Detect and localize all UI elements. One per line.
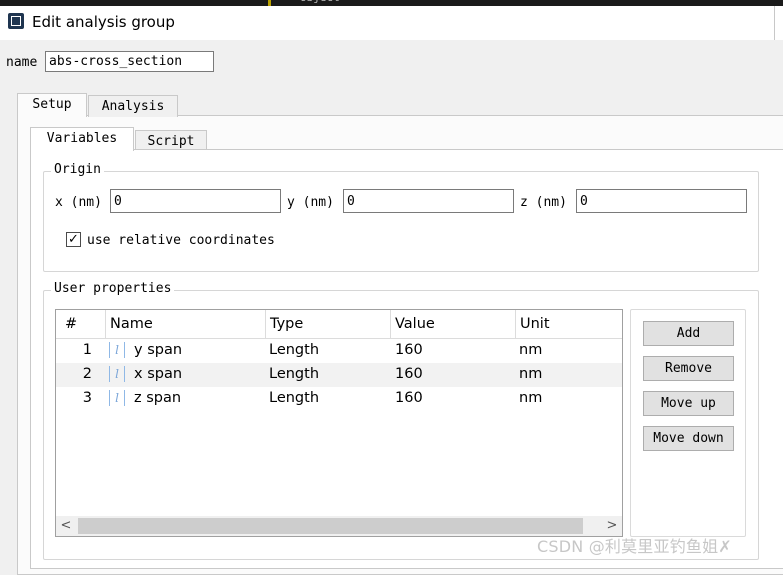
tab-variables[interactable]: Variables — [30, 127, 134, 151]
z-input[interactable] — [576, 189, 747, 213]
column-header-value[interactable]: Value — [391, 310, 516, 339]
column-header-name[interactable]: Name — [106, 310, 266, 339]
row-name[interactable]: y span — [134, 342, 182, 358]
background-window-text: object — [300, 0, 340, 4]
x-input[interactable] — [110, 189, 281, 213]
sort-arrow-icon: ^ — [78, 309, 86, 317]
origin-group-label: Origin — [51, 162, 104, 177]
row-value[interactable]: 160 — [395, 390, 423, 406]
name-label: name — [6, 55, 38, 70]
row-value[interactable]: 160 — [395, 342, 423, 358]
properties-table[interactable]: ^ # Name Type Value Unit 1 l y span Leng… — [55, 309, 623, 537]
tab-analysis[interactable]: Analysis — [88, 95, 178, 117]
row-type[interactable]: Length — [269, 342, 319, 358]
app-icon — [8, 13, 24, 29]
relative-coordinates-label: use relative coordinates — [87, 233, 275, 248]
variable-icon: l — [109, 366, 125, 382]
relative-coordinates-checkbox[interactable]: ✓ — [66, 232, 81, 247]
window-title: Edit analysis group — [32, 13, 175, 31]
watermark: CSDN @利莫里亚钓鱼姐✗ — [537, 537, 732, 556]
row-number: 1 — [82, 342, 92, 358]
table-row[interactable]: 2 l x span Length 160 nm — [56, 363, 622, 387]
table-row[interactable]: 3 l z span Length 160 nm — [56, 387, 622, 411]
tab-setup[interactable]: Setup — [17, 93, 87, 117]
row-name[interactable]: x span — [134, 366, 182, 382]
move-up-button[interactable]: Move up — [643, 391, 734, 416]
tab-script[interactable]: Script — [135, 130, 207, 149]
title-bar-divider — [774, 6, 775, 40]
user-properties-label: User properties — [51, 281, 175, 296]
row-number: 3 — [82, 390, 92, 406]
scroll-left-icon[interactable]: < — [56, 516, 76, 536]
row-type[interactable]: Length — [269, 366, 319, 382]
variable-icon: l — [109, 390, 125, 406]
move-down-button[interactable]: Move down — [643, 426, 734, 451]
table-row[interactable]: 1 l y span Length 160 nm — [56, 339, 622, 363]
origin-group — [43, 171, 759, 272]
column-header-num[interactable]: ^ # — [56, 310, 106, 339]
variable-icon: l — [109, 342, 125, 358]
remove-button[interactable]: Remove — [643, 356, 734, 381]
column-header-type[interactable]: Type — [266, 310, 391, 339]
scrollbar-thumb[interactable] — [78, 518, 583, 534]
y-input[interactable] — [343, 189, 514, 213]
row-name[interactable]: z span — [134, 390, 181, 406]
z-label: z (nm) — [520, 195, 567, 210]
column-header-unit[interactable]: Unit — [516, 310, 622, 339]
row-number: 2 — [82, 366, 92, 382]
x-label: x (nm) — [55, 195, 102, 210]
y-label: y (nm) — [287, 195, 334, 210]
row-unit[interactable]: nm — [519, 342, 542, 358]
row-value[interactable]: 160 — [395, 366, 423, 382]
name-input[interactable] — [45, 51, 214, 72]
row-unit[interactable]: nm — [519, 366, 542, 382]
add-button[interactable]: Add — [643, 321, 734, 346]
row-type[interactable]: Length — [269, 390, 319, 406]
row-unit[interactable]: nm — [519, 390, 542, 406]
